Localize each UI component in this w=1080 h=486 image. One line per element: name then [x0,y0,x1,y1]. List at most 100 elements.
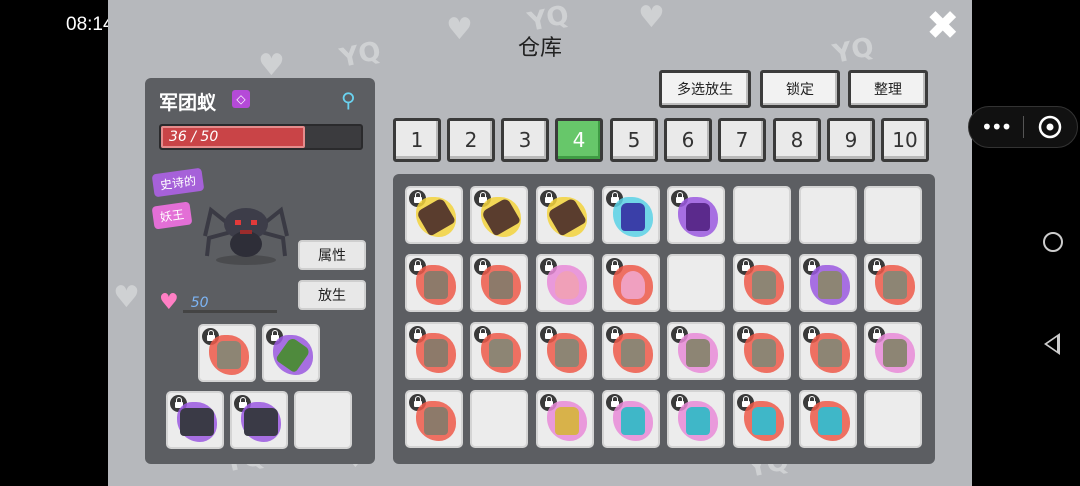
page-title: 仓库 [517,36,562,61]
storage-slot[interactable] [470,254,528,312]
more-options-icon[interactable]: ••• [969,115,1023,139]
monster-name: 军团蚁 [159,92,217,114]
storage-slot-empty[interactable] [667,254,725,312]
storage-slot[interactable] [602,322,660,380]
storage-slot[interactable] [799,254,857,312]
tab-1[interactable]: 1 [393,118,441,162]
storage-slot[interactable] [667,390,725,448]
cat-monster-sprite [424,407,448,435]
tab-4[interactable]: 4 [555,118,603,162]
octopus-monster-sprite [555,271,579,299]
storage-slot[interactable] [536,390,594,448]
status-time: 08:14 [66,14,114,35]
cat-monster-sprite [883,271,907,299]
team-slot-empty[interactable] [294,391,352,449]
heart-watermark-icon: ♥ [113,280,140,315]
octopus-monster-sprite [621,271,645,299]
storage-slot[interactable] [602,186,660,244]
cat-monster-sprite [424,339,448,367]
storage-slot[interactable] [602,254,660,312]
exit-target-icon[interactable] [1023,115,1077,139]
cat-monster-sprite [752,339,776,367]
storage-slot[interactable] [864,254,922,312]
storage-slot[interactable] [405,322,463,380]
storage-slot[interactable] [536,322,594,380]
storage-slot[interactable] [799,322,857,380]
cat-monster-sprite [555,339,579,367]
tab-8[interactable]: 8 [773,118,821,162]
tab-9[interactable]: 9 [827,118,875,162]
tab-2[interactable]: 2 [447,118,495,162]
storage-slot[interactable] [733,390,791,448]
heart-icon: ♥ [159,290,179,315]
mini-program-capsule: ••• [968,106,1078,148]
team-slot[interactable] [166,391,224,449]
cat-monster-sprite [818,339,842,367]
multi-release-button[interactable]: 多选放生 [659,70,751,108]
cat-monster-sprite [217,341,241,369]
storage-slot-empty[interactable] [470,390,528,448]
team-slot[interactable] [230,391,288,449]
storage-slot-empty[interactable] [864,186,922,244]
storage-slot[interactable] [405,186,463,244]
cat-monster-sprite [752,271,776,299]
monster-detail-panel: 军团蚁 ◇ ⚲ 36 / 50 史诗的 妖王 属性 放生 ♥ 50 [145,78,375,464]
storage-slot[interactable] [733,322,791,380]
storage-grid [393,174,935,464]
home-nav-icon[interactable] [1043,232,1063,252]
cat-monster-sprite [489,339,513,367]
tab-5[interactable]: 5 [610,118,658,162]
deer-monster-sprite [752,407,776,435]
sort-button[interactable]: 整理 [848,70,928,108]
cat-monster-sprite [489,271,513,299]
game-viewport: YQ YQ YQ YQ YQ YQ ♥ ♥ ♥ ♥ ♥ ✖ 仓库 军团蚁 ◇ ⚲… [108,0,972,486]
deer-monster-sprite [686,407,710,435]
storage-slot-empty[interactable] [799,186,857,244]
monster-sprite [203,206,289,265]
storage-slot[interactable] [864,322,922,380]
team-slot[interactable] [198,324,256,382]
storage-slot[interactable] [405,390,463,448]
cat-monster-sprite [424,271,448,299]
storage-slot[interactable] [536,186,594,244]
storage-slot[interactable] [667,322,725,380]
system-nav-rail [972,0,1080,486]
storage-slot[interactable] [733,254,791,312]
storage-slot[interactable] [405,254,463,312]
tab-3[interactable]: 3 [501,118,549,162]
cat-monster-sprite [686,339,710,367]
storage-slot[interactable] [799,390,857,448]
storage-slot[interactable] [470,322,528,380]
spider-monster-sprite [244,408,278,436]
affection-value: 50 [190,294,209,311]
lock-button[interactable]: 锁定 [760,70,840,108]
deer-monster-sprite [818,407,842,435]
element-badge-icon: ◇ [232,90,250,108]
release-button[interactable]: 放生 [298,280,366,310]
tab-10[interactable]: 10 [881,118,929,162]
storage-slot[interactable] [536,254,594,312]
beetle-monster-sprite [621,203,645,231]
deer-monster-sprite [555,407,579,435]
cat-monster-sprite [883,339,907,367]
deer-monster-sprite [621,407,645,435]
gender-icon: ⚲ [341,88,356,112]
storage-slot[interactable] [470,186,528,244]
affection-bar [183,310,277,313]
spider-monster-sprite [180,408,214,436]
storage-slot-empty[interactable] [733,186,791,244]
tab-7[interactable]: 7 [718,118,766,162]
storage-slot[interactable] [667,186,725,244]
tab-6[interactable]: 6 [664,118,712,162]
hp-text: 36 / 50 [169,129,219,145]
attributes-button[interactable]: 属性 [298,240,366,270]
back-nav-icon[interactable] [1044,333,1060,355]
cat-monster-sprite [621,339,645,367]
team-slot[interactable] [262,324,320,382]
storage-slot-empty[interactable] [864,390,922,448]
cat-monster-sprite [818,271,842,299]
beetle-monster-sprite [686,203,710,231]
title-tag: 妖王 [151,201,193,230]
rarity-tag: 史诗的 [151,167,205,198]
storage-slot[interactable] [602,390,660,448]
